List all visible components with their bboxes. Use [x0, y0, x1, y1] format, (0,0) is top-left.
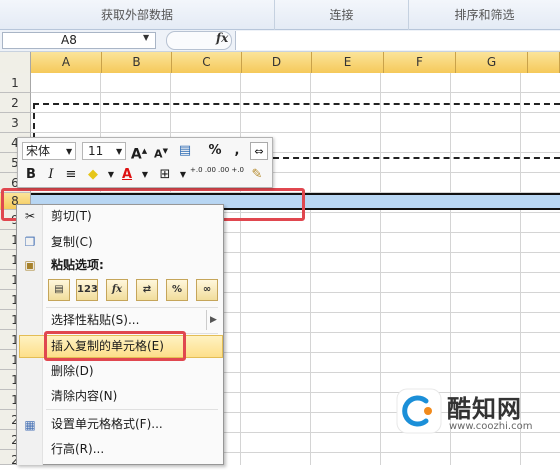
- format-cells-icon: ▦: [24, 418, 36, 432]
- paste-button[interactable]: ▤: [48, 279, 70, 301]
- chevron-down-icon[interactable]: ▼: [136, 166, 154, 184]
- copy-marquee-bottom: [273, 157, 560, 159]
- chevron-down-icon[interactable]: ▼: [116, 143, 122, 160]
- select-all-corner[interactable]: [0, 52, 31, 73]
- shrink-font-button[interactable]: A▼: [152, 142, 170, 161]
- font-name-box[interactable]: 宋体 ▼: [22, 142, 76, 160]
- clipboard-icon: ▣: [24, 258, 36, 272]
- paste-formulas-button[interactable]: fx: [106, 279, 128, 301]
- menu-item-paste-special[interactable]: 选择性粘贴(S)...: [51, 309, 139, 331]
- column-header-g[interactable]: G: [456, 52, 528, 73]
- watermark-url: www.coozhi.com: [449, 421, 533, 432]
- paste-options-label: 粘贴选项:: [51, 258, 104, 272]
- column-header-e[interactable]: E: [312, 52, 384, 73]
- borders-icon[interactable]: ⊞: [156, 166, 174, 184]
- grow-font-button[interactable]: A▲: [130, 142, 148, 163]
- merge-center-icon[interactable]: ⇔: [250, 142, 268, 160]
- menu-item-cut[interactable]: 剪切(T): [51, 205, 92, 227]
- insert-function-icon[interactable]: fx: [216, 31, 228, 45]
- column-header-h[interactable]: [528, 52, 560, 73]
- ribbon-group-sort-filter[interactable]: 排序和筛选: [409, 0, 560, 30]
- comma-style-button[interactable]: ,: [228, 142, 246, 160]
- column-header-c[interactable]: C: [172, 52, 242, 73]
- column-header-a[interactable]: A: [31, 52, 102, 73]
- ribbon-group-labels: 获取外部数据 连接 排序和筛选: [0, 0, 560, 30]
- formula-input[interactable]: [235, 31, 560, 50]
- row-header[interactable]: 1: [0, 73, 31, 93]
- ribbon-group-connections[interactable]: 连接: [275, 0, 409, 30]
- column-header-f[interactable]: F: [384, 52, 456, 73]
- percent-style-button[interactable]: %: [206, 142, 224, 160]
- row-header[interactable]: 3: [0, 113, 31, 133]
- menu-separator: [46, 409, 218, 410]
- row-header[interactable]: 2: [0, 93, 31, 113]
- paste-values-button[interactable]: 123: [76, 279, 98, 301]
- copy-icon: ❐: [24, 235, 36, 249]
- font-size-value: 11: [88, 144, 104, 158]
- format-painter-icon[interactable]: ✎: [248, 166, 266, 184]
- paste-link-button[interactable]: ∞: [196, 279, 218, 301]
- watermark-brand: 酷知网: [447, 395, 522, 423]
- menu-item-format-cells[interactable]: 设置单元格格式(F)...: [51, 413, 163, 435]
- align-center-icon[interactable]: ≡: [62, 166, 80, 184]
- paste-formatting-button[interactable]: %: [166, 279, 188, 301]
- paste-transpose-button[interactable]: ⇄: [136, 279, 158, 301]
- menu-item-copy[interactable]: 复制(C): [51, 231, 93, 253]
- menu-separator: [46, 307, 218, 308]
- scissors-icon: ✂: [24, 209, 36, 223]
- fill-color-icon[interactable]: ◆: [84, 166, 102, 184]
- chevron-down-icon[interactable]: ▼: [143, 33, 149, 42]
- ribbon-group-external-data[interactable]: 获取外部数据: [0, 0, 275, 30]
- chevron-down-icon[interactable]: ▼: [66, 143, 72, 160]
- font-color-icon[interactable]: A: [118, 166, 136, 184]
- menu-item-delete[interactable]: 删除(D): [51, 360, 94, 382]
- mini-toolbar: 宋体 ▼ 11 ▼ A▲ A▼ ▤ % , ⇔ B I ≡ ◆ ▼ A ▼ ⊞ …: [17, 137, 273, 188]
- font-name-value: 宋体: [26, 144, 51, 158]
- accounting-format-icon[interactable]: ▤: [174, 142, 196, 160]
- font-size-box[interactable]: 11 ▼: [82, 142, 126, 160]
- submenu-arrow-icon[interactable]: ▶: [206, 310, 217, 330]
- decrease-decimal-button[interactable]: .00 +.0: [218, 166, 244, 184]
- italic-button[interactable]: I: [42, 166, 60, 184]
- name-box[interactable]: A8: [2, 32, 156, 49]
- annotation-frame-insert: [44, 331, 186, 361]
- column-header-d[interactable]: D: [242, 52, 312, 73]
- column-header-b[interactable]: B: [102, 52, 172, 73]
- bold-button[interactable]: B: [22, 166, 40, 184]
- increase-decimal-button[interactable]: +.0 .00: [190, 166, 216, 184]
- menu-item-row-height[interactable]: 行高(R)...: [51, 438, 104, 460]
- copy-marquee-top: [33, 103, 560, 105]
- watermark: 酷知网 www.coozhi.com: [395, 383, 555, 443]
- menu-item-clear-contents[interactable]: 清除内容(N): [51, 385, 117, 407]
- coozhi-logo-icon: [396, 388, 442, 434]
